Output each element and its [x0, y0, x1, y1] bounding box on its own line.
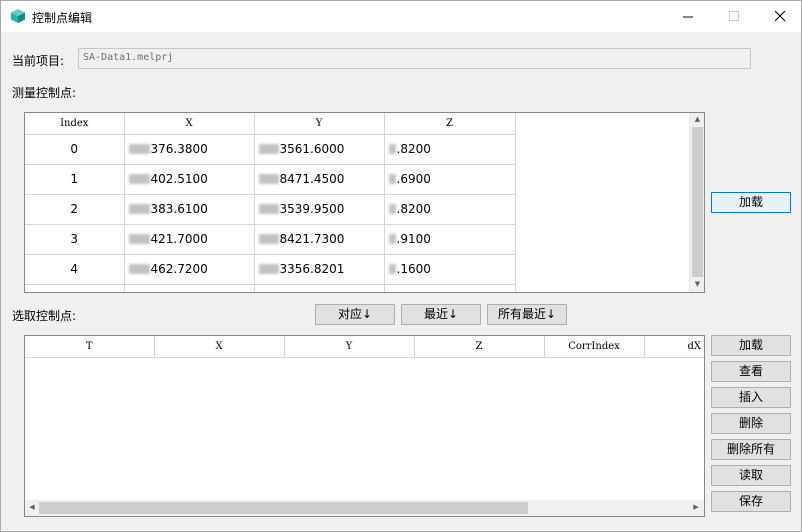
title-bar[interactable]: 控制点编辑 — [1, 1, 801, 32]
cell-z[interactable] — [384, 284, 516, 292]
cell-index[interactable] — [25, 284, 125, 292]
maximize-button[interactable] — [711, 1, 757, 32]
column-header-x[interactable]: X — [154, 336, 285, 358]
current-project-label: 当前项目: — [12, 54, 65, 68]
column-header-index[interactable]: Index — [25, 113, 125, 135]
cell-x[interactable]: 383.6100 — [124, 194, 255, 225]
column-header-z[interactable]: Z — [384, 113, 516, 135]
selected-load-button[interactable]: 加载 — [711, 335, 791, 356]
project-path-field[interactable]: SA-Data1.melprj — [78, 48, 751, 69]
measured-load-button[interactable]: 加载 — [711, 192, 791, 213]
scroll-left-arrow-icon[interactable]: ◀ — [27, 504, 37, 511]
table-row[interactable]: 0 376.3800 3561.6000 .8200 — [25, 134, 516, 165]
cell-index[interactable]: 0 — [25, 134, 125, 165]
cell-x[interactable]: 402.5100 — [124, 164, 255, 195]
scroll-down-arrow-icon[interactable]: ▼ — [690, 281, 704, 288]
scrollbar-thumb[interactable] — [692, 127, 703, 277]
minimize-icon — [682, 16, 693, 18]
cell-index[interactable]: 2 — [25, 194, 125, 225]
close-icon — [774, 11, 785, 22]
maximize-icon — [728, 11, 739, 21]
horizontal-scrollbar[interactable]: ◀ ▶ — [25, 500, 704, 516]
column-header-t[interactable]: T — [25, 336, 155, 358]
cell-index[interactable]: 3 — [25, 224, 125, 255]
measured-points-label: 测量控制点: — [12, 86, 77, 100]
table-row[interactable]: 2 383.6100 3539.9500 .8200 — [25, 194, 516, 225]
column-header-corrindex[interactable]: CorrIndex — [544, 336, 645, 358]
table-row[interactable]: 4 462.7200 3356.8201 .1600 — [25, 254, 516, 285]
cell-x[interactable]: 376.3800 — [124, 134, 255, 165]
selected-points-table[interactable]: T X Y Z CorrIndex dX ◀ ▶ — [24, 335, 705, 517]
vertical-scrollbar[interactable]: ▲ ▼ — [689, 113, 704, 292]
control-point-editor-window: 控制点编辑 当前项目: SA-Data1.melprj 测量控制点: Index… — [0, 0, 802, 532]
view-button[interactable]: 查看 — [711, 361, 791, 382]
column-header-y[interactable]: Y — [284, 336, 415, 358]
cell-y[interactable]: 3539.9500 — [254, 194, 385, 225]
cell-y[interactable]: 8471.4500 — [254, 164, 385, 195]
table-header-row: T X Y Z CorrIndex dX — [25, 336, 704, 358]
delete-all-button[interactable]: 删除所有 — [711, 439, 791, 460]
cell-x[interactable]: 462.7200 — [124, 254, 255, 285]
insert-button[interactable]: 插入 — [711, 387, 791, 408]
window-title: 控制点编辑 — [32, 11, 93, 25]
cell-z[interactable]: .9100 — [384, 224, 516, 255]
cell-z[interactable]: .1600 — [384, 254, 516, 285]
scrollbar-thumb[interactable] — [39, 502, 528, 514]
table-row[interactable]: 3 421.7000 8421.7300 .9100 — [25, 224, 516, 255]
column-header-z[interactable]: Z — [414, 336, 545, 358]
read-button[interactable]: 读取 — [711, 465, 791, 486]
cell-y[interactable]: 8421.7300 — [254, 224, 385, 255]
cell-z[interactable]: .8200 — [384, 134, 516, 165]
cell-z[interactable]: .6900 — [384, 164, 516, 195]
table-header-row: Index X Y Z — [25, 113, 516, 135]
match-nearest-button[interactable]: 最近↓ — [401, 304, 481, 325]
minimize-button[interactable] — [665, 1, 711, 32]
cell-z[interactable]: .8200 — [384, 194, 516, 225]
measured-points-table[interactable]: Index X Y Z 0 376.3800 3561.6000 .8200 1… — [24, 112, 705, 293]
column-header-x[interactable]: X — [124, 113, 255, 135]
table-row[interactable] — [25, 284, 516, 292]
column-header-y[interactable]: Y — [254, 113, 385, 135]
column-header-dx[interactable]: dX — [644, 336, 704, 358]
scroll-right-arrow-icon[interactable]: ▶ — [691, 504, 701, 511]
cube-app-icon — [11, 9, 25, 23]
delete-button[interactable]: 删除 — [711, 413, 791, 434]
cell-index[interactable]: 4 — [25, 254, 125, 285]
cell-x[interactable]: 421.7000 — [124, 224, 255, 255]
cell-index[interactable]: 1 — [25, 164, 125, 195]
table-row[interactable]: 1 402.5100 8471.4500 .6900 — [25, 164, 516, 195]
cell-y[interactable]: 3561.6000 — [254, 134, 385, 165]
save-button[interactable]: 保存 — [711, 491, 791, 512]
selected-points-label: 选取控制点: — [12, 309, 77, 323]
scroll-up-arrow-icon[interactable]: ▲ — [690, 116, 704, 123]
close-button[interactable] — [757, 1, 802, 32]
cell-x[interactable] — [124, 284, 255, 292]
match-correspond-button[interactable]: 对应↓ — [315, 304, 395, 325]
match-all-nearest-button[interactable]: 所有最近↓ — [487, 304, 567, 325]
cell-y[interactable] — [254, 284, 385, 292]
cell-y[interactable]: 3356.8201 — [254, 254, 385, 285]
